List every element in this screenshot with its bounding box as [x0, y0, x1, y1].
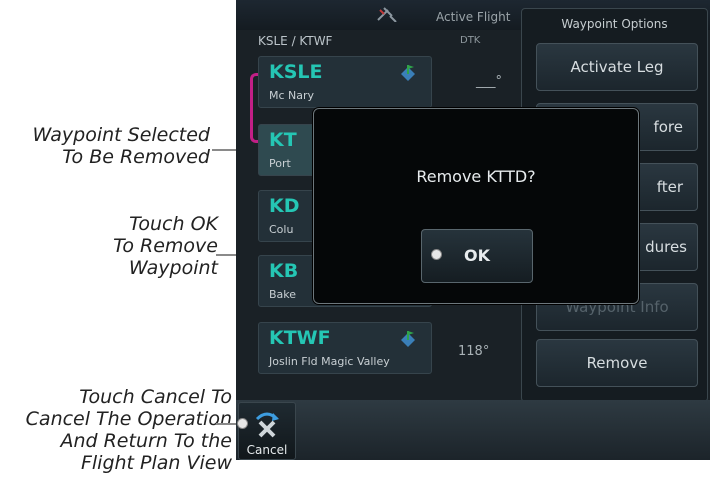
waypoint-name: Joslin Fld Magic Valley	[269, 355, 390, 368]
callout-waypoint-selected: Waypoint Selected To Be Removed	[32, 124, 211, 168]
dialog-message: Remove KTTD?	[416, 167, 536, 186]
device-screen: Active Flight KSLE / KTWF DTK KSLE Mc Na…	[236, 0, 710, 460]
airplane-icon	[377, 7, 397, 22]
flight-plan-header: KSLE / KTWF DTK	[258, 34, 528, 48]
callout-touch-ok: Touch OK To Remove Waypoint	[113, 213, 218, 279]
activate-leg-button[interactable]: Activate Leg	[536, 43, 698, 91]
callout-dot	[431, 249, 442, 260]
cancel-button[interactable]: Cancel	[238, 402, 296, 460]
waypoint-id: KSLE	[269, 61, 323, 83]
waypoint-id: KB	[269, 260, 299, 282]
bottom-bar: Cancel	[236, 400, 710, 460]
callout-touch-cancel: Touch Cancel To Cancel The Operation And…	[25, 386, 232, 474]
cancel-label: Cancel	[246, 443, 288, 457]
waypoint-row[interactable]: KTWF Joslin Fld Magic Valley	[258, 322, 432, 374]
waypoint-id: KT	[269, 129, 297, 151]
waypoint-row[interactable]: KSLE Mc Nary	[258, 56, 432, 108]
route-label: KSLE / KTWF	[258, 34, 333, 48]
page-title: Active Flight	[436, 10, 511, 24]
airport-flag-icon	[401, 331, 415, 347]
waypoint-dtk: 118°	[458, 344, 490, 359]
remove-confirm-dialog: Remove KTTD? OK	[313, 108, 639, 304]
waypoint-name: Port	[269, 157, 291, 170]
remove-button[interactable]: Remove	[536, 339, 698, 387]
waypoint-id: KD	[269, 195, 300, 217]
cancel-icon	[255, 412, 279, 438]
waypoint-name: Bake	[269, 288, 297, 301]
waypoint-dtk: ___°	[476, 74, 502, 89]
waypoint-id: KTWF	[269, 327, 331, 349]
dtk-column-header: DTK	[460, 35, 481, 46]
callout-dot	[237, 418, 248, 429]
waypoint-name: Mc Nary	[269, 89, 315, 102]
airport-flag-icon	[401, 65, 415, 81]
waypoint-name: Colu	[269, 223, 294, 236]
options-title: Waypoint Options	[561, 17, 668, 31]
